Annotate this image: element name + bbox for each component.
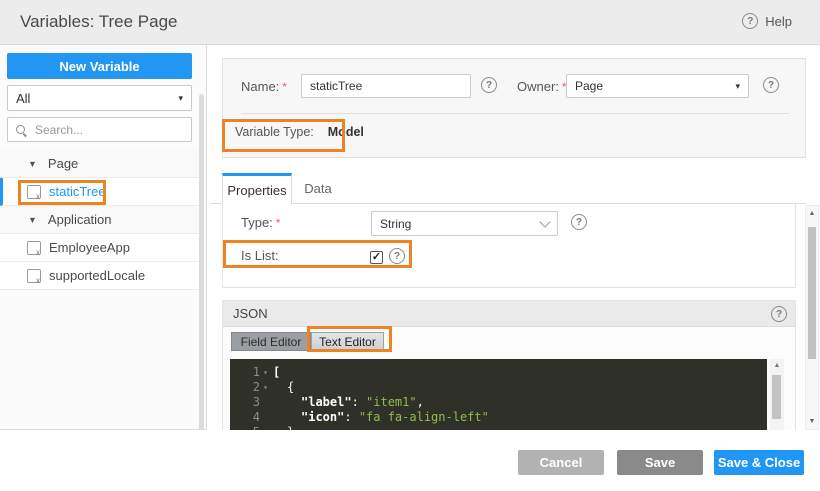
variables-dialog: Variables: Tree Page ? Help New Variable… bbox=[0, 0, 820, 491]
search-icon bbox=[15, 124, 27, 136]
help-label: Help bbox=[765, 13, 792, 29]
required-marker: * bbox=[275, 216, 281, 230]
expand-triangle-icon: ▼ bbox=[28, 214, 37, 225]
filter-selected-value: All bbox=[16, 90, 31, 106]
owner-help-icon[interactable]: ? bbox=[763, 77, 779, 93]
tree-group-label: Page bbox=[47, 156, 79, 171]
properties-panel: Type: * String ? Is List: ✓ ? bbox=[222, 204, 796, 288]
tree-item-statictree[interactable]: x staticTree bbox=[0, 178, 199, 206]
type-selected-value: String bbox=[380, 216, 412, 231]
variables-tree: ▼ Page x staticTree ▼ Application x Empl… bbox=[0, 150, 199, 290]
name-help-icon[interactable]: ? bbox=[481, 77, 497, 93]
tree-item-supportedlocale[interactable]: x supportedLocale bbox=[0, 262, 199, 290]
tree-group-label: Application bbox=[47, 212, 112, 227]
owner-selected-value: Page bbox=[575, 79, 604, 93]
scroll-down-icon[interactable]: ▼ bbox=[806, 418, 818, 425]
new-variable-button[interactable]: New Variable bbox=[7, 53, 192, 79]
tree-item-label: EmployeeApp bbox=[49, 240, 130, 255]
is-list-help-icon[interactable]: ? bbox=[389, 248, 405, 264]
json-section-title: JSON bbox=[233, 306, 268, 321]
tree-item-label: supportedLocale bbox=[49, 268, 146, 283]
variable-icon: x bbox=[27, 240, 41, 257]
page-title: Variables: Tree Page bbox=[20, 12, 178, 31]
field-editor-button[interactable]: Field Editor bbox=[231, 332, 311, 351]
name-input[interactable] bbox=[301, 74, 471, 98]
fold-arrow-icon[interactable]: ▾ bbox=[260, 365, 271, 380]
tab-data[interactable]: Data bbox=[292, 173, 344, 204]
name-label: Name: * bbox=[241, 79, 287, 94]
caret-down-icon: ▾ bbox=[178, 92, 183, 103]
tree-item-label: staticTree bbox=[49, 184, 106, 199]
dialog-footer: Cancel Save Save & Close bbox=[0, 430, 820, 491]
type-label: Type: * bbox=[241, 215, 281, 230]
variable-header-form: Name:* ? Owner:* Page ▾ ? Variable Type:… bbox=[222, 58, 806, 158]
fold-arrow-icon[interactable]: ▾ bbox=[260, 380, 271, 395]
help-question-icon: ? bbox=[742, 13, 759, 29]
sidebar-scrollbar[interactable] bbox=[199, 92, 205, 472]
variable-type-label: Variable Type: bbox=[235, 125, 314, 139]
is-list-label: Is List: bbox=[241, 248, 279, 263]
type-select[interactable]: String bbox=[371, 211, 558, 236]
json-section-header: JSON bbox=[223, 301, 795, 327]
save-button[interactable]: Save bbox=[617, 450, 703, 475]
owner-label: Owner: * bbox=[517, 79, 567, 94]
is-list-checkbox[interactable]: ✓ bbox=[370, 251, 383, 264]
editor-scrollbar-thumb[interactable] bbox=[772, 375, 781, 419]
variable-icon: x bbox=[27, 268, 41, 285]
expand-triangle-icon: ▼ bbox=[28, 158, 37, 169]
required-marker: * bbox=[282, 80, 287, 94]
cancel-button[interactable]: Cancel bbox=[518, 450, 604, 475]
scroll-up-icon[interactable]: ▲ bbox=[806, 210, 818, 217]
tree-group-page[interactable]: ▼ Page bbox=[0, 150, 199, 178]
variable-search bbox=[7, 117, 192, 142]
save-and-close-button[interactable]: Save & Close bbox=[714, 450, 804, 475]
tab-properties[interactable]: Properties bbox=[222, 173, 292, 204]
owner-select[interactable]: Page ▾ bbox=[566, 74, 749, 98]
variables-sidebar: New Variable All ▾ ▼ Page x staticTree ▼… bbox=[0, 45, 207, 466]
code-line: "icon": "fa fa-align-left" bbox=[301, 410, 489, 424]
variable-icon: x bbox=[27, 184, 41, 201]
code-line: "label": "item1", bbox=[301, 395, 424, 409]
code-line: [ bbox=[273, 365, 281, 379]
main-scrollbar-thumb[interactable] bbox=[808, 227, 816, 359]
search-input[interactable] bbox=[33, 121, 184, 138]
json-help-icon[interactable]: ? bbox=[771, 306, 787, 322]
dialog-header: Variables: Tree Page ? Help bbox=[0, 0, 820, 45]
text-editor-button[interactable]: Text Editor bbox=[311, 332, 384, 351]
variable-filter-select[interactable]: All ▾ bbox=[7, 85, 192, 111]
tree-item-employeeapp[interactable]: x EmployeeApp bbox=[0, 234, 199, 262]
main-scrollbar[interactable]: ▲ ▼ bbox=[805, 205, 819, 430]
scroll-up-icon[interactable]: ▲ bbox=[770, 362, 784, 369]
form-divider bbox=[241, 113, 789, 114]
help-button[interactable]: ? Help bbox=[742, 13, 792, 29]
chevron-down-icon bbox=[539, 215, 551, 228]
variable-type-row: Variable Type: Model bbox=[235, 125, 364, 139]
variable-type-value: Model bbox=[327, 125, 364, 139]
type-help-icon[interactable]: ? bbox=[571, 214, 587, 230]
sidebar-scrollbar-thumb[interactable] bbox=[199, 94, 204, 466]
tree-group-application[interactable]: ▼ Application bbox=[0, 206, 199, 234]
check-icon: ✓ bbox=[371, 251, 382, 263]
caret-down-icon: ▾ bbox=[735, 80, 740, 91]
code-line: { bbox=[287, 380, 295, 394]
